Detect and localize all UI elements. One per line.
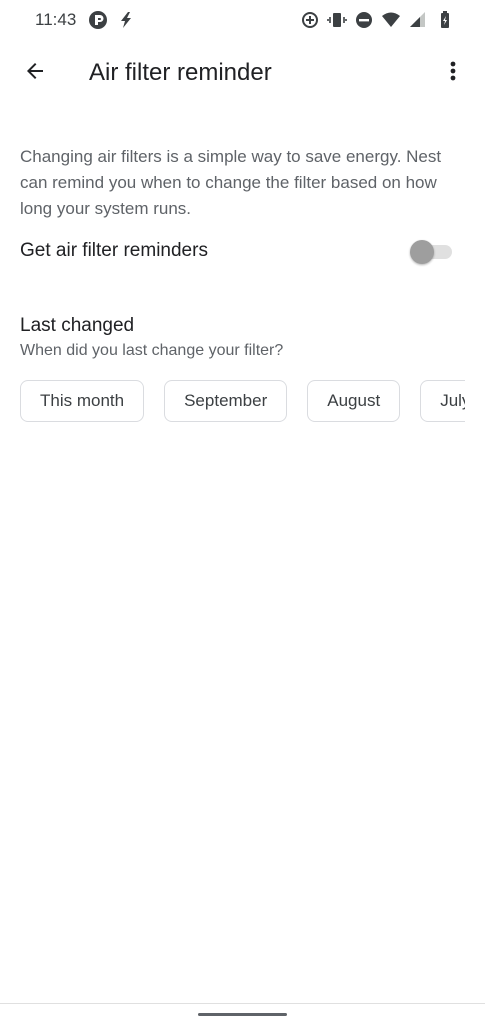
chip-this-month[interactable]: This month (20, 380, 145, 422)
wifi-icon (381, 10, 401, 30)
toggle-thumb (410, 240, 434, 264)
app-notification-icon (88, 10, 108, 30)
back-button[interactable] (14, 52, 56, 94)
do-not-disturb-icon (354, 10, 374, 30)
bottom-divider (0, 1003, 485, 1004)
status-right-icons (300, 10, 455, 30)
data-saver-icon (300, 10, 320, 30)
month-chips-scroller[interactable]: This month September August July (20, 380, 465, 426)
flash-icon (116, 10, 136, 30)
app-bar: Air filter reminder (0, 44, 485, 102)
air-filter-reminders-toggle[interactable] (410, 240, 452, 264)
air-filter-reminders-label: Get air filter reminders (20, 240, 208, 261)
chip-july[interactable]: July (420, 380, 465, 422)
status-left-icons (88, 10, 136, 30)
last-changed-subtitle: When did you last change your filter? (20, 342, 284, 359)
month-chips: This month September August July (20, 380, 465, 422)
status-bar: 11:43 (0, 0, 485, 40)
more-vert-icon (449, 59, 457, 88)
chip-august[interactable]: August (307, 380, 401, 422)
signal-icon (408, 10, 428, 30)
description-text: Changing air filters is a simple way to … (20, 147, 442, 218)
battery-charging-icon (435, 10, 455, 30)
last-changed-title: Last changed (20, 315, 135, 336)
more-options-button[interactable] (435, 52, 471, 94)
arrow-back-icon (23, 59, 47, 88)
page-title: Air filter reminder (89, 59, 272, 86)
status-time: 11:43 (35, 10, 77, 29)
gesture-nav-handle[interactable] (198, 1013, 287, 1016)
chip-september[interactable]: September (164, 380, 288, 422)
vibrate-icon (327, 10, 347, 30)
